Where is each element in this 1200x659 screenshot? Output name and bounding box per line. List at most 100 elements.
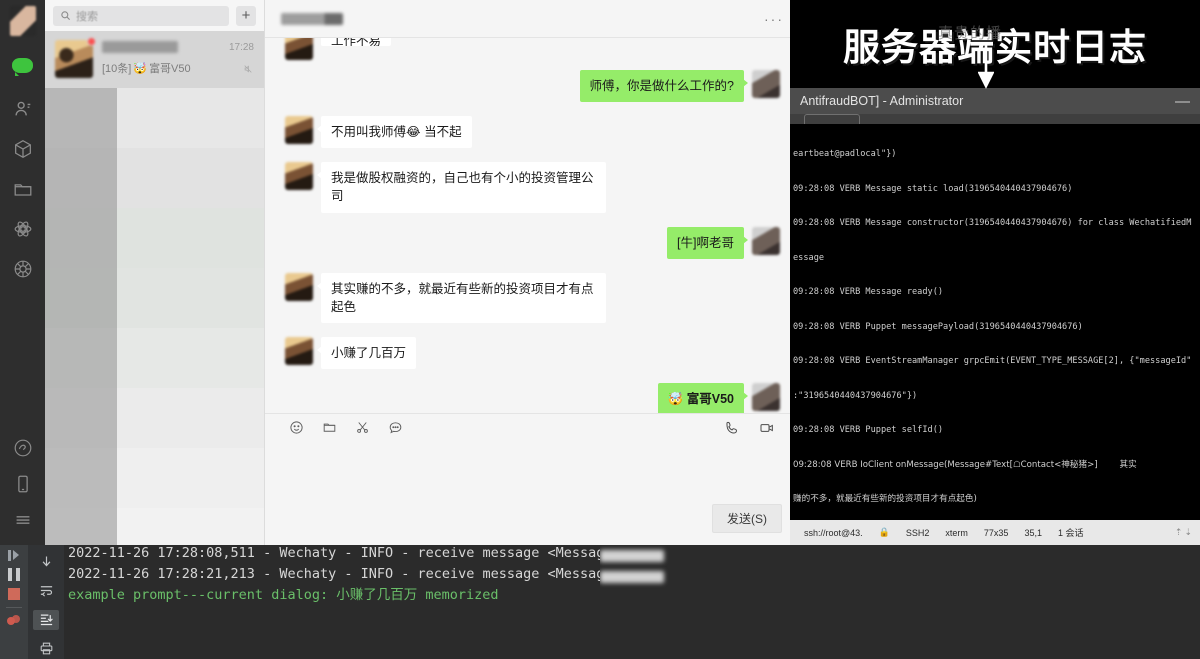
more-options-button[interactable]: ··· [764, 11, 784, 27]
avatar [55, 37, 96, 78]
message-bubble[interactable]: 师傅，你是做什么工作的? [579, 70, 749, 103]
chat-bubble-icon[interactable] [11, 58, 34, 80]
aperture-icon[interactable] [12, 258, 34, 280]
message-row: 不用叫我师傅😂 当不起 [285, 116, 780, 149]
search-input[interactable]: 搜索 [53, 5, 229, 26]
contacts-icon[interactable] [12, 98, 34, 120]
debug-toolbar [0, 545, 28, 659]
mute-icon [243, 64, 253, 77]
terminal-titlebar: AntifraudBOT] - Administrator — [790, 88, 1200, 114]
message-bubble[interactable]: 不用叫我师傅😂 当不起 [317, 116, 472, 149]
status-sessions: 1 会话 [1057, 528, 1084, 538]
window-title: AntifraudBOT] - Administrator [800, 94, 964, 108]
message-composer: 发送(S) [265, 413, 800, 545]
folder-icon[interactable] [12, 178, 34, 200]
chat-list-panel: 搜索 + [10条] 🤯 富哥V50 17:28 [45, 0, 265, 545]
avatar [752, 70, 780, 98]
log-line: 09:28:08 VERB Message static load(319654… [793, 183, 1073, 194]
avatar [285, 162, 313, 191]
avatar[interactable] [9, 6, 36, 36]
log-line: 赚的不多，就最近有些新的投资项目才有点起色) [793, 494, 977, 504]
message-bubble[interactable]: 🤯 富哥V50 [657, 383, 749, 413]
avatar [285, 272, 313, 301]
down-arrow-icon [978, 42, 994, 89]
avatar [285, 336, 313, 365]
wechat-nav-rail [0, 0, 45, 545]
console-line [600, 547, 1200, 568]
conversation-panel: ··· 工作不易 师傅，你是做什么工作的? 不用叫我师傅😂 当不起 我是做股权融… [265, 0, 800, 545]
atom-icon[interactable] [12, 218, 34, 240]
message-bubble[interactable]: 我是做股权融资的，自己也有个小的投资管理公司 [317, 162, 606, 213]
wechat-window: 搜索 + [10条] 🤯 富哥V50 17:28 ··· 工作不易 师傅，你是做… [0, 0, 800, 545]
shocked-face-emoji: 🤯 [133, 62, 148, 75]
banner: 真贵的播 服务器端实时日志 [790, 0, 1200, 88]
pause-icon[interactable] [8, 568, 20, 581]
status-cursor: 35,1 [1024, 527, 1042, 538]
resume-icon[interactable] [7, 549, 21, 561]
status-protocol: SSH2 [905, 527, 930, 538]
breakpoints-icon[interactable] [7, 615, 21, 625]
search-bar: 搜索 + [45, 0, 264, 31]
send-button[interactable]: 发送(S) [712, 504, 782, 533]
log-line: essage [793, 252, 825, 263]
log-line: 09:28:08 VERB Message constructor(319654… [793, 218, 1192, 228]
list-item[interactable]: [10条] 🤯 富哥V50 17:28 [45, 31, 264, 88]
mini-program-icon[interactable] [12, 437, 34, 459]
minimize-button[interactable]: — [1175, 93, 1190, 110]
print-icon[interactable] [33, 639, 59, 659]
conversation-header: ··· [265, 0, 800, 38]
box-icon[interactable] [12, 138, 34, 160]
stop-icon[interactable] [8, 588, 20, 600]
divider [6, 607, 22, 608]
terminal-tab[interactable] [804, 114, 860, 124]
status-size: 77x35 [983, 527, 1009, 538]
video-icon[interactable] [758, 420, 776, 441]
message-row: [牛]啊老哥 [285, 226, 780, 259]
scroll-to-end-icon[interactable] [33, 609, 59, 630]
chat-snippet: [10条] 🤯 富哥V50 [102, 62, 191, 76]
message-bubble[interactable]: 工作不易 [321, 38, 392, 46]
scroll-down-icon[interactable] [33, 551, 59, 571]
message-bubble[interactable]: [牛]啊老哥 [667, 226, 748, 259]
log-line: :"3196540440437904676"}) [793, 390, 918, 401]
terminal-output[interactable]: eartbeat@padlocal"}) 09:28:08 VERB Messa… [790, 124, 1200, 520]
search-icon [61, 11, 71, 21]
chat-history-icon[interactable] [388, 420, 403, 440]
status-emulation: xterm [945, 527, 968, 538]
message-row: 师傅，你是做什么工作的? [285, 70, 780, 103]
folder-icon[interactable] [322, 420, 337, 440]
phone-device-icon[interactable] [12, 473, 34, 495]
avatar [285, 116, 313, 145]
scissors-icon[interactable] [355, 420, 370, 440]
log-line: 09:28:08 VERB Message ready() [793, 287, 944, 297]
composer-toolbar [265, 414, 800, 446]
message-row: 其实赚的不多，就最近有些新的投资项目才有点起色 [285, 272, 780, 323]
add-button[interactable]: + [236, 5, 256, 26]
console-line [600, 568, 1200, 589]
log-line: 09:28:08 VERB Puppet messagePayload(3196… [793, 321, 1083, 332]
message-row: 小赚了几百万 [285, 336, 780, 369]
lock-icon: 🔒 [878, 527, 890, 537]
message-row: 工作不易 [285, 38, 780, 60]
log-line: 09:28:08 VERB EventStreamManager grpcEmi… [793, 356, 1192, 366]
message-bubble[interactable]: 小赚了几百万 [316, 336, 417, 369]
watermark-text: 真贵的播 [938, 25, 1003, 42]
avatar [752, 383, 780, 411]
contact-name-redacted [102, 41, 178, 53]
log-line: 09:28:08 VERB IoClient onMessage(Message… [793, 459, 1137, 470]
unread-badge [87, 37, 96, 46]
message-row: 我是做股权融资的，自己也有个小的投资管理公司 [285, 162, 780, 213]
avatar [285, 38, 313, 60]
message-list: 工作不易 师傅，你是做什么工作的? 不用叫我师傅😂 当不起 我是做股权融资的，自… [265, 38, 800, 413]
message-bubble[interactable]: 其实赚的不多，就最近有些新的投资项目才有点起色 [317, 272, 606, 323]
search-placeholder: 搜索 [76, 10, 98, 23]
status-session: ssh://root@43. [804, 527, 863, 538]
run-console-continuation [600, 545, 1200, 659]
soft-wrap-icon[interactable] [33, 580, 59, 600]
phone-icon[interactable] [724, 420, 740, 441]
emoji-icon[interactable] [289, 420, 304, 440]
menu-icon[interactable] [12, 509, 34, 531]
log-line: 09:28:08 VERB Puppet selfId() [793, 425, 944, 435]
console-toolbar [28, 545, 64, 659]
conversation-title-redacted [281, 12, 343, 25]
